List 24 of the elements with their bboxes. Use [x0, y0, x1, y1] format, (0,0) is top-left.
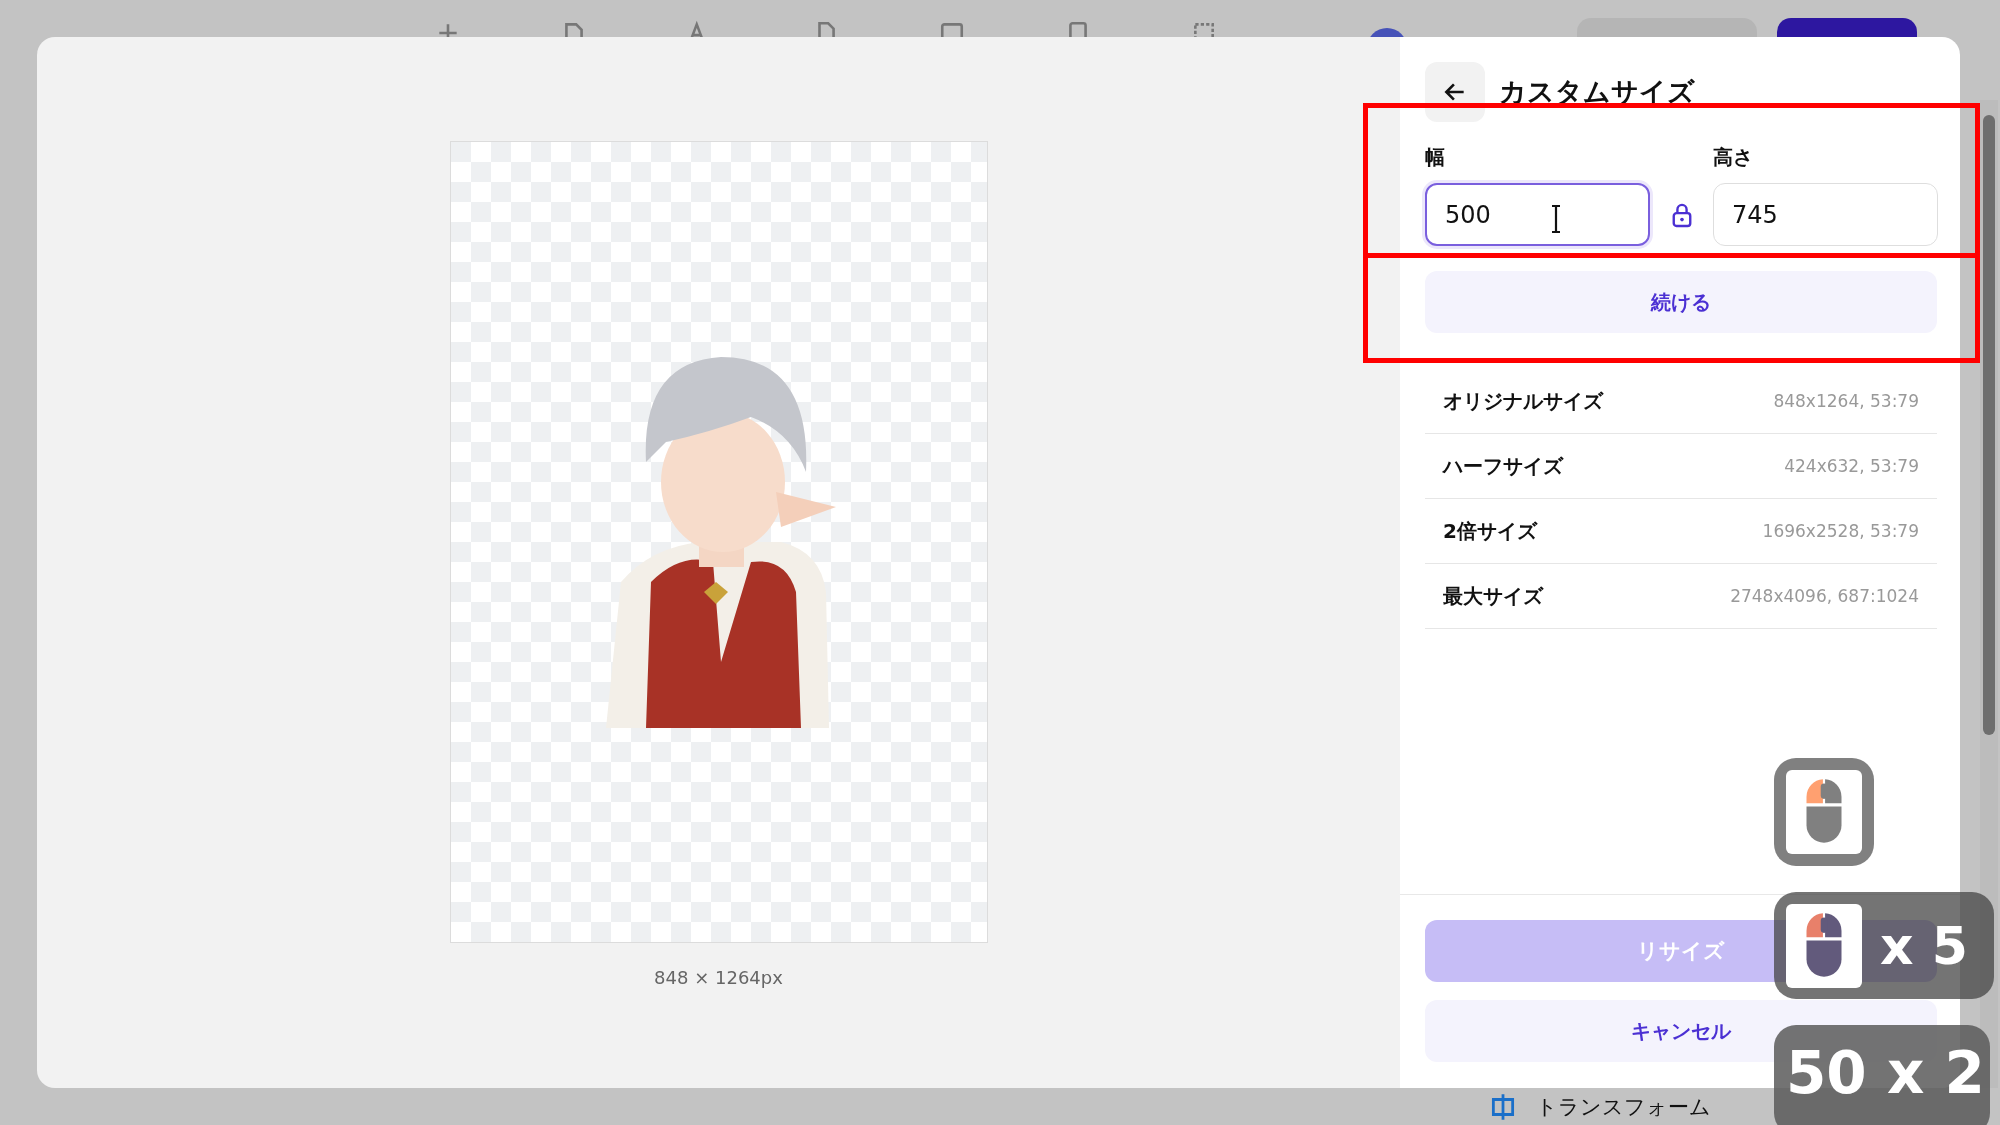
preset-dimensions: 2748x4096, 687:1024	[1730, 586, 1919, 606]
preset-name: 2倍サイズ	[1443, 517, 1537, 545]
preset-name: 最大サイズ	[1443, 582, 1543, 610]
preset-name: オリジナルサイズ	[1443, 387, 1603, 415]
preset-row[interactable]: 2倍サイズ 1696x2528, 53:79	[1425, 499, 1937, 564]
preset-dimensions: 848x1264, 53:79	[1773, 391, 1919, 411]
back-button[interactable]	[1425, 62, 1485, 122]
preset-dimensions: 1696x2528, 53:79	[1762, 521, 1919, 541]
continue-button[interactable]: 続ける	[1425, 271, 1937, 333]
transform-menu-item[interactable]: トランスフォーム	[1536, 1092, 1711, 1121]
width-label: 幅	[1425, 144, 1446, 171]
height-field[interactable]: 745	[1713, 183, 1938, 246]
preset-row[interactable]: オリジナルサイズ 848x1264, 53:79	[1425, 369, 1937, 434]
keystroke-toast: 50 x 2	[1774, 1025, 1990, 1125]
text-cursor-icon	[1550, 204, 1562, 234]
transform-icon	[1490, 1091, 1516, 1122]
preset-row[interactable]: ハーフサイズ 424x632, 53:79	[1425, 434, 1937, 499]
preset-name: ハーフサイズ	[1443, 452, 1563, 480]
preset-row[interactable]: 最大サイズ 2748x4096, 687:1024	[1425, 564, 1937, 629]
preset-dimensions: 424x632, 53:79	[1784, 456, 1919, 476]
image-size-label: 848 × 1264px	[654, 967, 783, 988]
height-label: 高さ	[1713, 144, 1754, 171]
width-field[interactable]: 500	[1425, 183, 1650, 246]
scrollbar[interactable]	[1980, 100, 1998, 1088]
